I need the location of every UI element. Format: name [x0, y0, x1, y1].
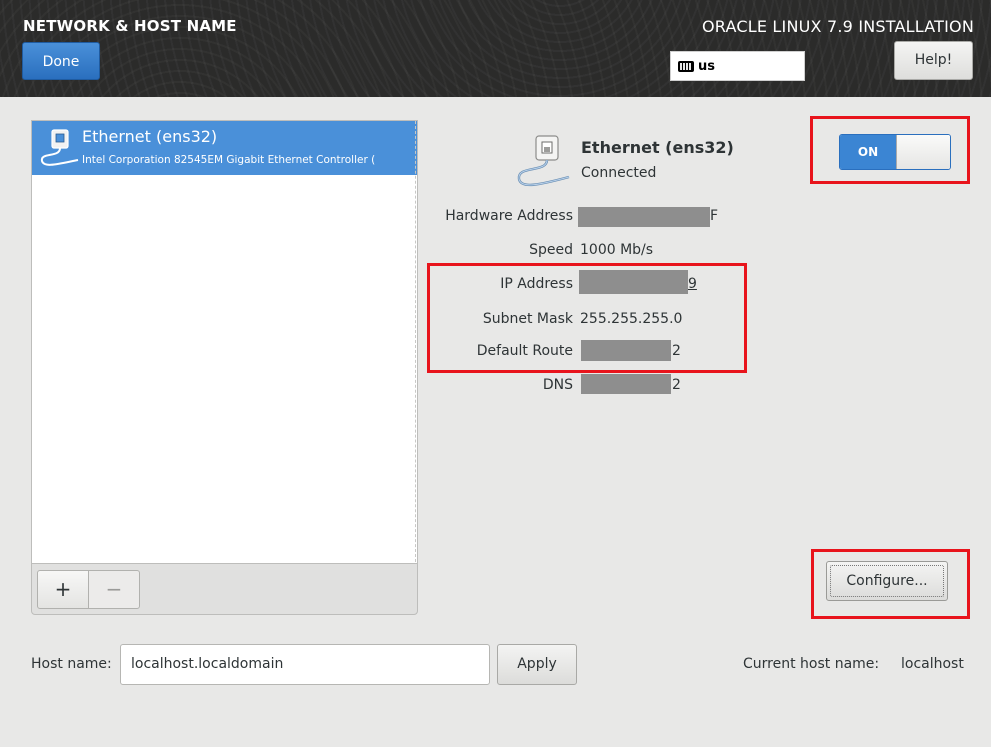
device-description: Intel Corporation 82545EM Gigabit Ethern…: [82, 154, 376, 166]
list-item-ethernet-ens32[interactable]: Ethernet (ens32) Intel Corporation 82545…: [32, 121, 417, 175]
device-detail-status: Connected: [581, 165, 657, 181]
subnet-mask-label: Subnet Mask: [482, 311, 573, 327]
keyboard-layout-label: us: [698, 58, 715, 74]
ip-address-label: IP Address: [500, 276, 573, 292]
default-route-label: Default Route: [476, 343, 573, 359]
add-device-button[interactable]: +: [37, 570, 89, 609]
speed-value: 1000 Mb/s: [580, 242, 654, 258]
device-detail-name: Ethernet (ens32): [581, 138, 734, 157]
page-title: NETWORK & HOST NAME: [23, 17, 237, 35]
switch-on-label: ON: [840, 135, 896, 169]
device-name: Ethernet (ens32): [82, 127, 218, 146]
host-name-label: Host name:: [31, 656, 112, 672]
speed-label: Speed: [529, 242, 573, 258]
ethernet-icon: [517, 135, 570, 187]
ip-address-tail: 9: [688, 276, 697, 292]
redacted-ip-address: [579, 270, 688, 294]
done-button[interactable]: Done: [22, 42, 100, 80]
device-list-toolbar: + −: [31, 563, 418, 615]
apply-button[interactable]: Apply: [497, 644, 577, 685]
current-host-name-value: localhost: [901, 656, 964, 672]
keyboard-icon: [678, 60, 694, 72]
hardware-address-tail: F: [710, 208, 719, 224]
hardware-address-label: Hardware Address: [445, 208, 573, 224]
current-host-name-label: Current host name:: [743, 656, 880, 672]
switch-knob[interactable]: [896, 135, 950, 169]
redacted-default-route: [581, 340, 671, 361]
remove-device-button[interactable]: −: [88, 570, 140, 609]
redacted-hardware-address: [578, 207, 710, 227]
connection-toggle-switch[interactable]: ON: [839, 134, 951, 170]
host-name-input[interactable]: localhost.localdomain: [120, 644, 490, 685]
dns-label: DNS: [542, 377, 573, 393]
configure-button[interactable]: Configure...: [826, 561, 948, 601]
subnet-mask-value: 255.255.255.0: [580, 311, 683, 327]
default-route-tail: 2: [672, 343, 681, 359]
help-button[interactable]: Help!: [894, 41, 973, 80]
dns-tail: 2: [672, 377, 681, 393]
list-scroll-edge: [415, 121, 416, 562]
header-bar: NETWORK & HOST NAME Done ORACLE LINUX 7.…: [0, 0, 991, 97]
keyboard-layout-indicator[interactable]: us: [670, 51, 805, 81]
redacted-dns: [581, 374, 671, 394]
product-title: ORACLE LINUX 7.9 INSTALLATION: [702, 17, 974, 36]
device-list: Ethernet (ens32) Intel Corporation 82545…: [31, 120, 418, 563]
ethernet-icon: [40, 129, 79, 166]
